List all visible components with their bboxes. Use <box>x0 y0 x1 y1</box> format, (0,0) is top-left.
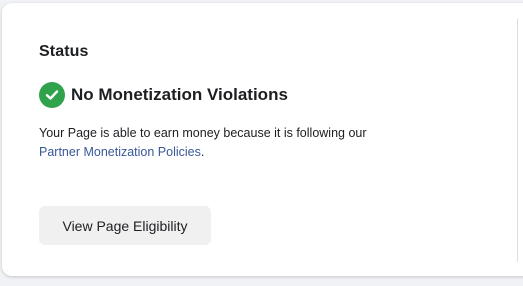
monetization-status-card: Status No Monetization Violations Your P… <box>2 3 523 276</box>
panel-divider <box>517 19 518 262</box>
status-heading: Status <box>39 43 89 60</box>
check-circle-icon <box>39 82 65 108</box>
status-description: Your Page is able to earn money because … <box>39 124 459 162</box>
status-row: No Monetization Violations <box>39 82 288 108</box>
description-text: Your Page is able to earn money because … <box>39 126 367 140</box>
partner-monetization-policies-link[interactable]: Partner Monetization Policies <box>39 145 201 159</box>
status-title: No Monetization Violations <box>71 85 288 104</box>
description-period: . <box>200 145 205 159</box>
view-page-eligibility-button[interactable]: View Page Eligibility <box>39 206 211 245</box>
